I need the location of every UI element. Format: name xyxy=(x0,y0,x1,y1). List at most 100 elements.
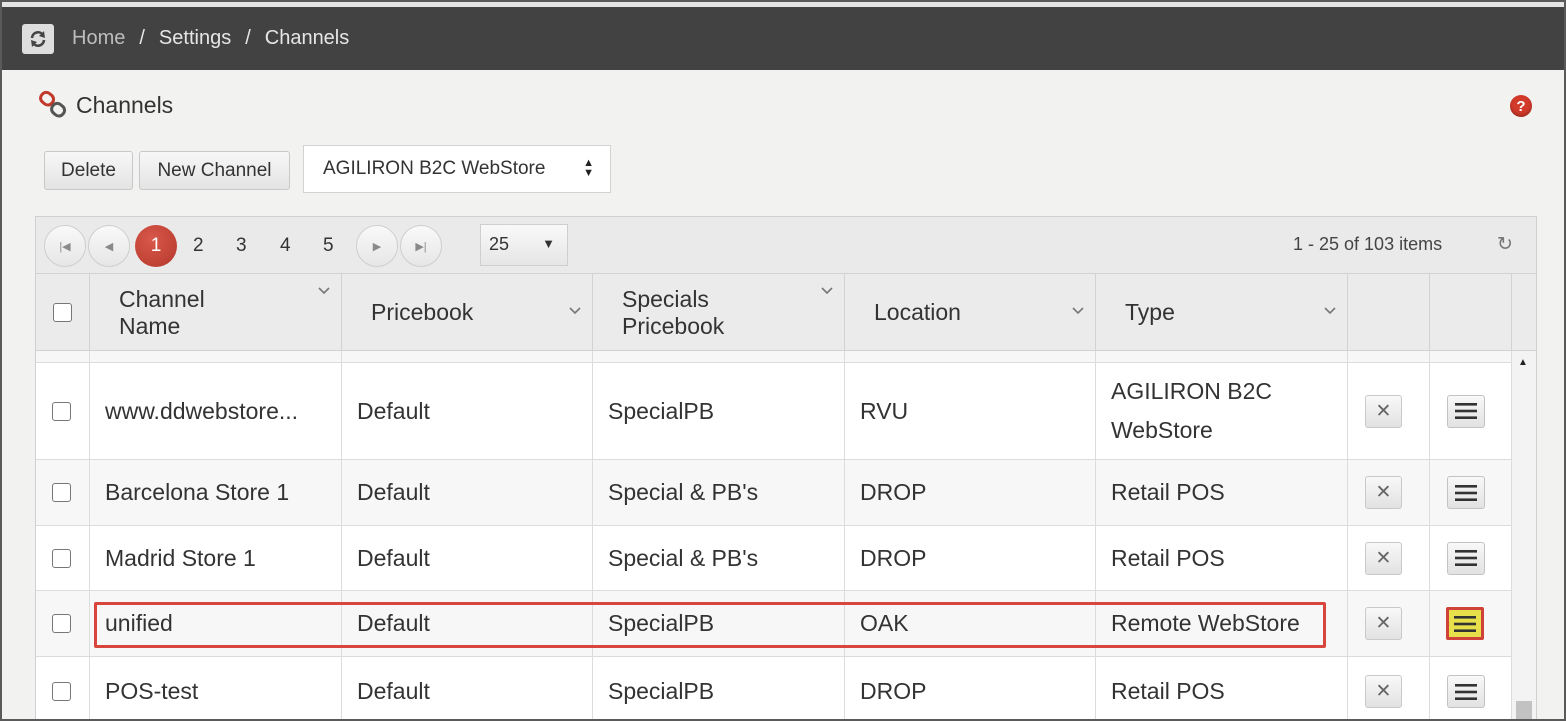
help-icon[interactable]: ? xyxy=(1510,95,1532,117)
hamburger-menu-icon xyxy=(1455,683,1477,700)
row-menu-button[interactable] xyxy=(1447,541,1485,575)
menu-cell xyxy=(1430,657,1512,719)
first-page-icon: |◀ xyxy=(59,240,71,253)
row-checkbox-cell xyxy=(36,591,90,656)
column-header-specials-pricebook[interactable]: Specials Pricebook xyxy=(593,274,845,351)
column-header-location[interactable]: Location xyxy=(845,274,1096,351)
page-size-select[interactable]: 25 ▼ xyxy=(480,224,568,266)
row-menu-button[interactable] xyxy=(1447,675,1485,708)
table-cell xyxy=(342,351,593,362)
column-header-pricebook[interactable]: Pricebook xyxy=(342,274,593,351)
new-channel-button[interactable]: New Channel xyxy=(139,151,290,190)
table-header: Channel Name Pricebook Specials Priceboo… xyxy=(36,274,1536,351)
pricebook-cell: Default xyxy=(342,591,593,656)
row-menu-button[interactable] xyxy=(1447,394,1485,428)
delete-row-button[interactable]: ✕ xyxy=(1365,476,1402,509)
first-page-button[interactable]: |◀ xyxy=(44,225,86,267)
channel-name-cell[interactable]: POS-test xyxy=(90,657,342,719)
page-4-button[interactable]: 4 xyxy=(280,235,291,257)
table-cell xyxy=(90,351,342,362)
page-1-button[interactable]: 1 xyxy=(135,225,177,267)
prev-page-button[interactable]: ◀ xyxy=(88,225,130,267)
next-page-icon: ▶ xyxy=(372,240,382,253)
delete-cell: ✕ xyxy=(1348,657,1430,719)
table-row xyxy=(36,351,1512,363)
breadcrumb-home[interactable]: Home xyxy=(72,27,125,50)
page-3-button[interactable]: 3 xyxy=(236,235,247,257)
chevron-down-icon xyxy=(569,307,581,315)
row-checkbox[interactable] xyxy=(52,682,71,701)
hamburger-menu-icon xyxy=(1455,403,1477,419)
column-header-label: Pricebook xyxy=(371,299,474,325)
pricebook-cell: Default xyxy=(342,460,593,525)
column-header-menu xyxy=(1430,274,1512,351)
page-2-button[interactable]: 2 xyxy=(193,235,204,257)
table-cell xyxy=(1430,351,1512,362)
menu-cell xyxy=(1430,363,1512,459)
delete-row-button[interactable]: ✕ xyxy=(1365,394,1402,428)
vertical-scrollbar[interactable]: ▲ xyxy=(1512,351,1536,719)
channel-name-cell[interactable]: Madrid Store 1 xyxy=(90,526,342,590)
top-bar: Home / Settings / Channels xyxy=(2,7,1564,70)
scroll-up-icon[interactable]: ▲ xyxy=(1518,357,1528,368)
channel-type-select-value: AGILIRON B2C WebStore xyxy=(323,158,546,179)
delete-row-button[interactable]: ✕ xyxy=(1365,541,1402,575)
delete-row-button[interactable]: ✕ xyxy=(1365,607,1402,640)
row-checkbox-cell xyxy=(36,460,90,525)
select-all-checkbox[interactable] xyxy=(53,303,72,322)
chevron-down-icon xyxy=(318,287,330,295)
table-cell xyxy=(593,351,845,362)
specials-pricebook-cell: SpecialPB xyxy=(593,657,845,719)
table-row[interactable]: Madrid Store 1 Default Special & PB's DR… xyxy=(36,526,1512,591)
last-page-button[interactable]: ▶| xyxy=(400,225,442,267)
grid-refresh-icon[interactable]: ↻ xyxy=(1497,233,1513,256)
page-title: Channels xyxy=(38,90,173,120)
table-cell xyxy=(845,351,1096,362)
delete-button[interactable]: Delete xyxy=(44,151,133,190)
row-checkbox[interactable] xyxy=(52,614,71,633)
column-header-channel-name[interactable]: Channel Name xyxy=(90,274,342,351)
table-row[interactable]: www.ddwebstore... Default SpecialPB RVU … xyxy=(36,363,1512,460)
next-page-button[interactable]: ▶ xyxy=(356,225,398,267)
delete-cell: ✕ xyxy=(1348,460,1430,525)
pricebook-cell: Default xyxy=(342,657,593,719)
hamburger-menu-icon xyxy=(1454,615,1476,632)
menu-cell xyxy=(1430,526,1512,590)
table-cell xyxy=(36,351,90,362)
column-header-label: Specials Pricebook xyxy=(622,285,725,339)
row-checkbox-cell xyxy=(36,657,90,719)
column-header-delete xyxy=(1348,274,1430,351)
table-row[interactable]: unified Default SpecialPB OAK Remote Web… xyxy=(36,591,1512,657)
select-all-cell xyxy=(36,274,90,351)
page-5-button[interactable]: 5 xyxy=(323,235,334,257)
table-row[interactable]: POS-test Default SpecialPB DROP Retail P… xyxy=(36,657,1512,719)
channel-name-cell[interactable]: www.ddwebstore... xyxy=(90,363,342,459)
row-menu-button[interactable] xyxy=(1446,607,1484,640)
scrollbar-thumb[interactable] xyxy=(1516,701,1532,719)
chevron-down-icon: ▼ xyxy=(542,236,555,251)
close-icon: ✕ xyxy=(1375,613,1392,634)
type-cell: AGILIRON B2C WebStore xyxy=(1096,363,1348,459)
specials-pricebook-cell: Special & PB's xyxy=(593,526,845,590)
breadcrumb-settings[interactable]: Settings xyxy=(159,27,231,50)
prev-page-icon: ◀ xyxy=(104,240,114,253)
row-menu-button[interactable] xyxy=(1447,476,1485,509)
channel-name-cell[interactable]: unified xyxy=(90,591,342,656)
row-checkbox[interactable] xyxy=(52,483,71,502)
refresh-button[interactable] xyxy=(22,23,54,54)
row-checkbox[interactable] xyxy=(52,401,71,421)
location-cell: DROP xyxy=(845,526,1096,590)
breadcrumb-separator: / xyxy=(139,27,145,49)
column-header-type[interactable]: Type xyxy=(1096,274,1348,351)
channel-name-cell[interactable]: Barcelona Store 1 xyxy=(90,460,342,525)
chevron-down-icon xyxy=(1324,307,1336,315)
delete-row-button[interactable]: ✕ xyxy=(1365,675,1402,708)
table-cell xyxy=(1348,351,1430,362)
row-checkbox[interactable] xyxy=(52,548,71,568)
close-icon: ✕ xyxy=(1375,400,1392,422)
location-cell: RVU xyxy=(845,363,1096,459)
channel-type-select[interactable]: AGILIRON B2C WebStore ▲ ▼ xyxy=(303,145,611,193)
page-title-text: Channels xyxy=(76,91,174,118)
pricebook-cell: Default xyxy=(342,526,593,590)
table-row[interactable]: Barcelona Store 1 Default Special & PB's… xyxy=(36,460,1512,526)
